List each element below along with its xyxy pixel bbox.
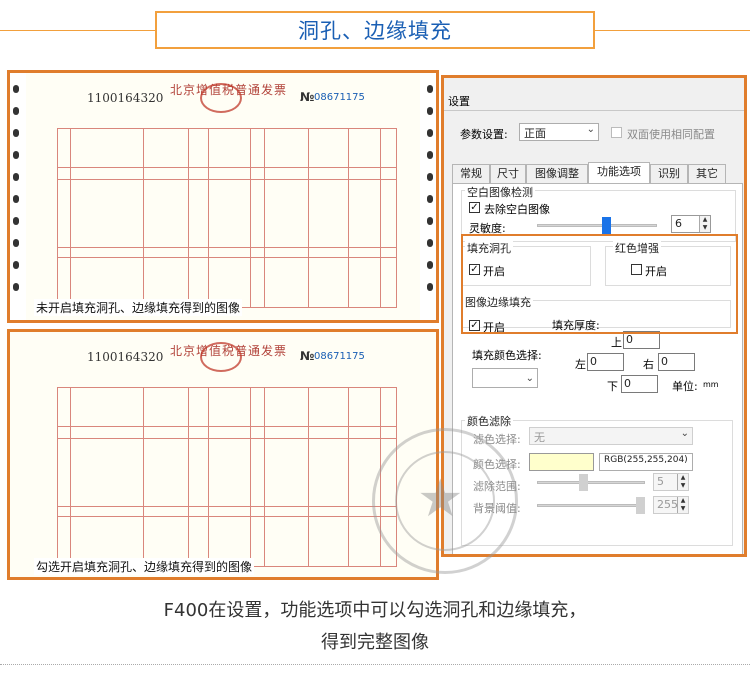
right-value: 0 (661, 355, 668, 368)
footer-line-1: F400在设置，功能选项中可以勾选洞孔和边缘填充， (163, 600, 587, 621)
red-stamp (200, 342, 242, 372)
remove-blank-checkbox[interactable]: ✓ (469, 202, 480, 213)
tab-other[interactable]: 其它 (688, 164, 726, 183)
unit-value: mm (703, 380, 719, 389)
bottom-label: 下 (607, 380, 618, 393)
right-label: 右 (643, 358, 654, 371)
param-label: 参数设置: (460, 128, 508, 141)
left-value: 0 (590, 355, 597, 368)
invoice-no-prefix: № (300, 349, 315, 363)
feed-holes-left (10, 73, 22, 320)
caption-before: 未开启填充洞孔、边缘填充得到的图像 (34, 299, 243, 316)
left-label: 左 (575, 358, 586, 371)
footer-line-2: 得到完整图像 (321, 632, 429, 653)
chevron-down-icon: ⌄ (586, 124, 595, 135)
tab-general[interactable]: 常规 (452, 164, 490, 183)
spin-arrows-icon[interactable]: ▲ ▼ (677, 474, 688, 490)
invoice-grid (57, 128, 397, 308)
tab-function-options[interactable]: 功能选项 (588, 162, 650, 183)
chevron-down-icon: ⌄ (525, 373, 534, 384)
spin-arrows-icon[interactable]: ▲ ▼ (677, 497, 688, 513)
color-swatch[interactable] (529, 453, 594, 471)
invoice-before-panel: 1100164320 北京增值税普通发票 № 08671175 未开启填充洞孔、… (7, 70, 439, 323)
unit-label: 单位: (672, 380, 698, 393)
rgb-value: RGB(255,255,204) (604, 455, 688, 465)
red-stamp (200, 83, 242, 113)
dialog-title: 设置 (448, 95, 470, 108)
sensitivity-slider-track[interactable] (537, 224, 657, 227)
tab-image-adjust[interactable]: 图像调整 (526, 164, 588, 183)
tab-recognition[interactable]: 识别 (650, 164, 688, 183)
range-slider-track[interactable] (537, 481, 645, 484)
bg-threshold-slider-thumb[interactable] (636, 497, 645, 514)
filter-select[interactable]: 无 ⌄ (529, 427, 693, 445)
bg-threshold-slider-track[interactable] (537, 504, 645, 507)
range-value: 5 (657, 475, 664, 488)
header-line-left (0, 30, 155, 31)
tab-size[interactable]: 尺寸 (490, 164, 526, 183)
header-line-right (595, 30, 750, 31)
bottom-input[interactable]: 0 (621, 375, 658, 393)
color-select-label: 填充颜色选择: (472, 349, 542, 362)
bg-threshold-value: 255 (657, 498, 678, 511)
filter-select-value: 无 (534, 431, 545, 444)
invoice-serial: 08671175 (314, 92, 365, 103)
star-icon: ★ (417, 469, 464, 529)
invoice-number: 1100164320 (87, 91, 164, 105)
duplex-label: 双面使用相同配置 (627, 128, 715, 141)
fill-options-highlight (461, 234, 738, 334)
title-divider (444, 110, 744, 111)
invoice-after-panel: 1100164320 北京增值税普通发票 № 08671175 勾选开启填充洞孔… (7, 329, 439, 580)
fill-color-select[interactable]: ⌄ (472, 368, 538, 388)
param-select-value: 正面 (524, 127, 546, 140)
sensitivity-value: 6 (675, 217, 682, 230)
bottom-value: 0 (624, 377, 631, 390)
left-input[interactable]: 0 (587, 353, 624, 371)
watermark-seal: ★ (372, 428, 518, 574)
feed-holes-right (424, 73, 436, 320)
blank-detect-title: 空白图像检测 (465, 184, 535, 200)
sensitivity-spin[interactable]: 6 ▲ ▼ (671, 215, 711, 233)
spin-arrows-icon[interactable]: ▲ ▼ (699, 216, 710, 232)
header-box: 洞孔、边缘填充 (155, 11, 595, 49)
chevron-down-icon: ⌄ (680, 428, 689, 439)
bottom-dotted-divider (0, 664, 750, 665)
caption-after: 勾选开启填充洞孔、边缘填充得到的图像 (34, 558, 255, 575)
duplex-checkbox[interactable] (611, 127, 622, 138)
sensitivity-slider-thumb[interactable] (602, 217, 611, 234)
range-slider-thumb[interactable] (579, 474, 588, 491)
invoice-grid (57, 387, 397, 567)
page-title: 洞孔、边缘填充 (298, 19, 452, 43)
top-label: 上 (611, 336, 622, 349)
color-filter-title: 颜色滤除 (465, 413, 513, 429)
remove-blank-label: 去除空白图像 (484, 203, 550, 216)
right-input[interactable]: 0 (658, 353, 695, 371)
invoice-number: 1100164320 (87, 350, 164, 364)
rgb-value-box: RGB(255,255,204) (599, 453, 693, 471)
invoice-serial: 08671175 (314, 351, 365, 362)
bg-threshold-spin[interactable]: 255 ▲ ▼ (653, 496, 689, 514)
invoice-no-prefix: № (300, 90, 315, 104)
param-select[interactable]: 正面 ⌄ (519, 123, 599, 141)
top-value: 0 (626, 333, 633, 346)
range-spin[interactable]: 5 ▲ ▼ (653, 473, 689, 491)
